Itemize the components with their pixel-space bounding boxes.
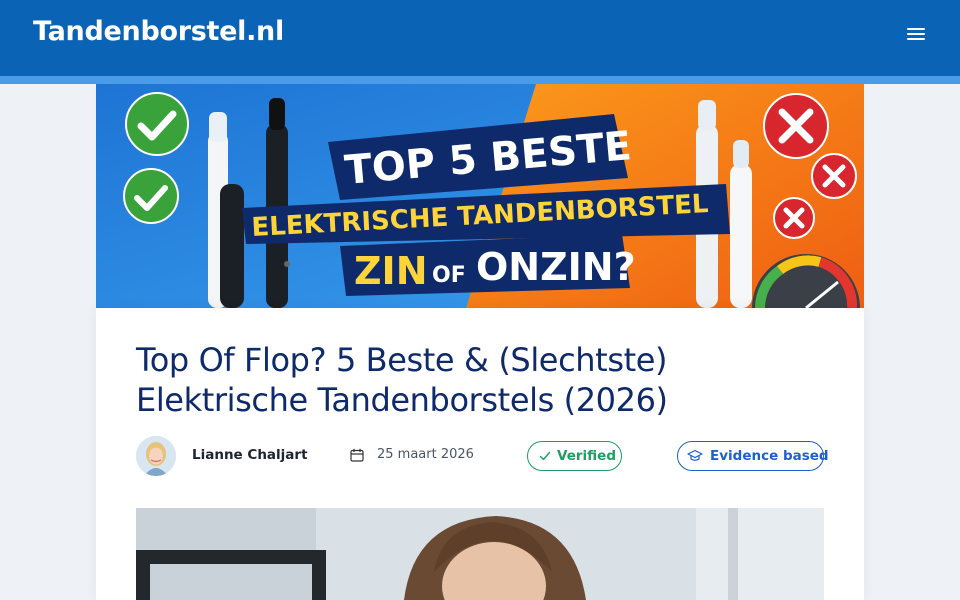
article-title: Top Of Flop? 5 Beste & (Slechtste) Elekt… <box>136 340 826 420</box>
article-title-line1: Top Of Flop? 5 Beste & (Slechtste) <box>136 341 668 379</box>
cross-bubble-icon <box>763 93 829 159</box>
menu-bar <box>907 28 925 30</box>
menu-bar <box>907 38 925 40</box>
publish-date-text: 25 maart 2026 <box>377 447 474 462</box>
evidence-based-badge[interactable]: Evidence based <box>677 441 829 471</box>
featured-photo-graphic <box>136 508 824 600</box>
cross-bubble-icon <box>773 197 815 239</box>
hero-onzin: ONZIN? <box>476 245 636 289</box>
site-logo[interactable]: Tandenborstel.nl <box>33 16 284 47</box>
article-meta: Lianne Chaljart 25 maart 2026 Verified E… <box>136 436 829 476</box>
check-bubble-icon <box>123 168 179 224</box>
hero-of: OF <box>432 263 466 288</box>
cross-bubble-icon <box>811 153 857 199</box>
site-header: Tandenborstel.nl <box>0 0 960 76</box>
hero-banner-image: TOP 5 BESTE ELEKTRISCHE TANDENBORSTEL ZI… <box>96 84 864 308</box>
header-accent-stripe <box>0 76 960 84</box>
check-bubble-icon <box>125 92 189 156</box>
calendar-icon <box>350 448 364 462</box>
article-featured-photo <box>136 508 824 600</box>
hamburger-menu-icon[interactable] <box>904 26 928 44</box>
menu-bar <box>907 33 925 35</box>
verified-badge[interactable]: Verified <box>527 441 622 471</box>
verified-label: Verified <box>557 448 616 464</box>
article-title-line2: Elektrische Tandenborstels (2026) <box>136 381 668 419</box>
graduation-cap-icon <box>687 449 703 461</box>
checkmark-icon <box>539 451 551 461</box>
toothbrush-black-icon <box>266 98 290 308</box>
hero-zin: ZIN <box>354 249 428 293</box>
author-name[interactable]: Lianne Chaljart <box>192 447 308 463</box>
hero-banner-graphic: TOP 5 BESTE ELEKTRISCHE TANDENBORSTEL ZI… <box>96 84 864 308</box>
evidence-based-label: Evidence based <box>710 448 829 464</box>
avatar-portrait-icon <box>136 436 176 476</box>
article-card: Top Of Flop? 5 Beste & (Slechtste) Elekt… <box>96 308 864 600</box>
author-avatar[interactable] <box>136 436 176 476</box>
